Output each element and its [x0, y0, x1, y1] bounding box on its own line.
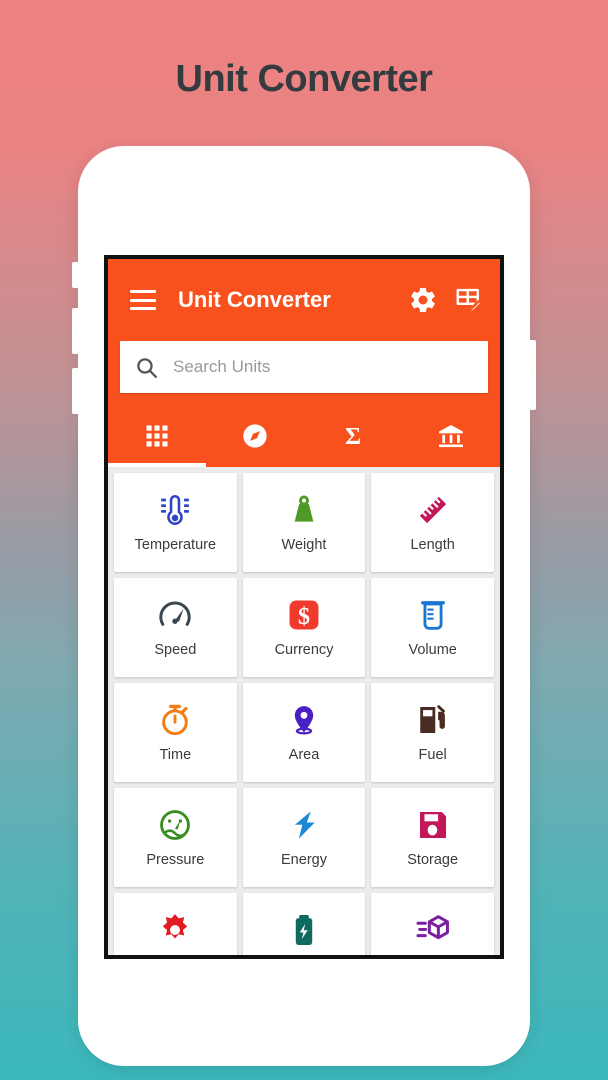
fuel-pump-icon — [416, 703, 450, 737]
dollar-icon: $ — [287, 598, 321, 632]
tile-label: Temperature — [134, 536, 217, 553]
speedometer-icon — [158, 598, 192, 632]
tile-current[interactable]: Current — [242, 893, 366, 955]
ruler-icon — [416, 493, 450, 527]
tile-label: Currency — [274, 641, 334, 658]
tile-label: Storage — [407, 851, 459, 868]
phone-silent-switch[interactable] — [72, 262, 80, 288]
tab-bar: Σ — [108, 405, 500, 467]
tile-label: Weight — [281, 536, 327, 553]
tile-label: Length — [410, 536, 455, 553]
compass-icon — [243, 424, 267, 448]
svg-text:Σ: Σ — [345, 423, 361, 450]
app-title: Unit Converter — [178, 287, 331, 312]
search-icon — [137, 357, 158, 378]
tile-fuel[interactable]: Fuel — [371, 683, 494, 782]
brightness-icon — [158, 913, 192, 947]
thermometer-icon — [158, 493, 192, 527]
tile-time[interactable]: Time — [114, 683, 237, 782]
tile-label: Speed — [154, 641, 197, 658]
tile-label: Area — [288, 746, 320, 763]
tile-temperature[interactable]: Temperature — [114, 473, 237, 572]
lightning-icon — [287, 808, 321, 842]
svg-text:$: $ — [298, 603, 310, 629]
bank-icon — [439, 425, 463, 448]
gear-icon[interactable] — [408, 285, 438, 315]
beaker-icon — [416, 598, 450, 632]
search-bar-container — [108, 341, 500, 405]
hamburger-menu-icon[interactable] — [130, 290, 156, 310]
phone-power-button[interactable] — [528, 340, 536, 410]
tile-energy[interactable]: Energy — [242, 788, 366, 887]
tile-weight[interactable]: Weight — [242, 473, 366, 572]
tab-sigma[interactable]: Σ — [304, 405, 402, 467]
tile-area[interactable]: Area — [242, 683, 366, 782]
grid-dots-icon — [146, 425, 168, 447]
tile-length[interactable]: Length — [371, 473, 494, 572]
battery-icon — [287, 913, 321, 947]
page-title: Unit Converter — [175, 58, 433, 100]
phone-volume-down-button[interactable] — [72, 368, 80, 414]
tile-luminance[interactable]: Luminance — [114, 893, 237, 955]
search-input[interactable] — [173, 357, 474, 377]
floppy-disk-icon — [416, 808, 450, 842]
map-pin-icon — [287, 703, 321, 737]
tile-label: Pressure — [146, 851, 205, 868]
stopwatch-icon — [158, 703, 192, 737]
tab-bank[interactable] — [402, 405, 500, 467]
tile-currency[interactable]: $ Currency — [242, 578, 366, 677]
tile-label: Time — [159, 746, 192, 763]
weight-icon — [287, 493, 321, 527]
app-bar: Unit Converter — [108, 259, 500, 341]
tile-force[interactable]: Force — [371, 893, 494, 955]
tile-volume[interactable]: Volume — [371, 578, 494, 677]
tile-speed[interactable]: Speed — [114, 578, 237, 677]
tile-storage[interactable]: Storage — [371, 788, 494, 887]
tile-label: Energy — [281, 851, 327, 868]
search-box[interactable] — [120, 341, 488, 393]
tile-label: Fuel — [418, 746, 447, 763]
phone-screen: Unit Converter Search Units Σ Temperatur… — [104, 255, 504, 959]
sigma-icon: Σ — [345, 423, 361, 450]
category-grid: Temperature Weight Length Speed $ Curren… — [108, 467, 500, 955]
tile-label: Volume — [408, 641, 457, 658]
tile-pressure[interactable]: Pressure — [114, 788, 237, 887]
edit-table-icon[interactable] — [454, 285, 484, 315]
gauge-icon — [158, 808, 192, 842]
phone-device-mockup: Unit Converter Search Units Σ Temperatur… — [72, 146, 536, 1066]
phone-volume-up-button[interactable] — [72, 308, 80, 354]
cube-motion-icon — [416, 913, 450, 947]
tab-compass[interactable] — [206, 405, 304, 467]
tab-grid[interactable] — [108, 405, 206, 467]
